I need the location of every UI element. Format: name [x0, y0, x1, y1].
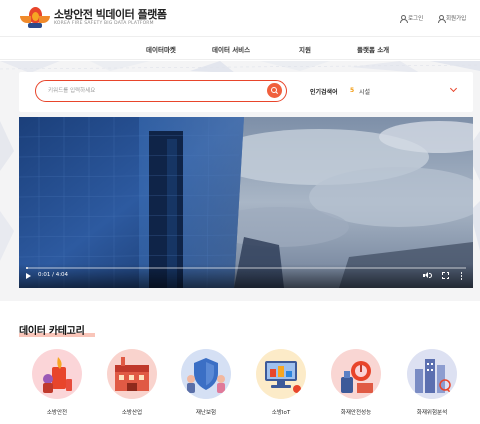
category-fire-safety[interactable]: 소방안전: [28, 349, 86, 421]
fullscreen-icon[interactable]: [442, 272, 449, 279]
fire-safety-icon: [32, 349, 82, 399]
popular-keyword-rank: 5: [350, 87, 355, 94]
site-header: 소방안전 빅데이터 플랫폼 KOREA FIRE SAFETY BIG DATA…: [0, 0, 480, 36]
category-label: 화재위험분석: [416, 410, 448, 416]
user-icon: [437, 14, 446, 23]
category-label: 소방안전: [46, 410, 68, 416]
video-controls: 0:01 / 4:04: [19, 264, 473, 288]
video-frame: [19, 117, 473, 288]
signup-label: 회원가입: [446, 16, 467, 22]
category-label: 소방IoT: [271, 410, 291, 416]
intro-video[interactable]: 0:01 / 4:04: [19, 117, 473, 288]
more-options-icon[interactable]: [460, 272, 463, 280]
nav-item-support[interactable]: 지원: [299, 44, 311, 54]
search-box: [35, 80, 287, 102]
category-fire-risk-analysis[interactable]: 화재위험분석: [403, 349, 461, 421]
play-icon[interactable]: [26, 273, 31, 279]
category-disaster-insurance[interactable]: 재난보험: [177, 349, 235, 421]
category-label: 화재안전성능: [340, 410, 372, 416]
nav-item-data-service[interactable]: 데이터 서비스: [212, 44, 250, 54]
search-input[interactable]: [48, 86, 248, 96]
category-label: 소방산업: [121, 410, 143, 416]
category-fire-industry[interactable]: 소방산업: [103, 349, 161, 421]
search-panel: 인기검색어 5 시설: [19, 72, 473, 112]
search-button[interactable]: [267, 83, 282, 98]
login-link[interactable]: 로그인: [399, 14, 424, 23]
fire-iot-icon: [256, 349, 306, 399]
category-section-title: 데이터 카테고리: [19, 326, 85, 337]
signup-link[interactable]: 회원가입: [437, 14, 467, 23]
fire-risk-analysis-icon: [407, 349, 457, 399]
nav-item-platform-intro[interactable]: 플랫폼 소개: [357, 44, 389, 54]
login-label: 로그인: [408, 16, 424, 22]
fire-industry-icon: [107, 349, 157, 399]
fire-emblem-icon: [20, 7, 50, 29]
popular-keywords-label: 인기검색어: [310, 89, 338, 96]
category-fire-iot[interactable]: 소방IoT: [252, 349, 310, 421]
category-fire-safety-performance[interactable]: 화재안전성능: [327, 349, 385, 421]
nav-item-data-market[interactable]: 데이터마켓: [146, 44, 176, 54]
disaster-insurance-icon: [181, 349, 231, 399]
popular-keyword-term[interactable]: 시설: [359, 87, 370, 96]
video-time: 0:01 / 4:04: [38, 272, 69, 278]
user-icon: [399, 14, 408, 23]
logo-subtitle: KOREA FIRE SAFETY BIG DATA PLATFORM: [54, 21, 154, 26]
volume-icon[interactable]: [423, 272, 432, 279]
logo-title: 소방안전 빅데이터 플랫폼: [54, 8, 167, 21]
chevron-down-icon[interactable]: [450, 86, 456, 92]
site-logo[interactable]: 소방안전 빅데이터 플랫폼 KOREA FIRE SAFETY BIG DATA…: [20, 7, 167, 29]
fire-safety-performance-icon: [331, 349, 381, 399]
main-nav: 데이터마켓 데이터 서비스 지원 플랫폼 소개: [0, 36, 480, 60]
video-progress-bar[interactable]: [26, 267, 466, 269]
category-label: 재난보험: [195, 410, 217, 416]
